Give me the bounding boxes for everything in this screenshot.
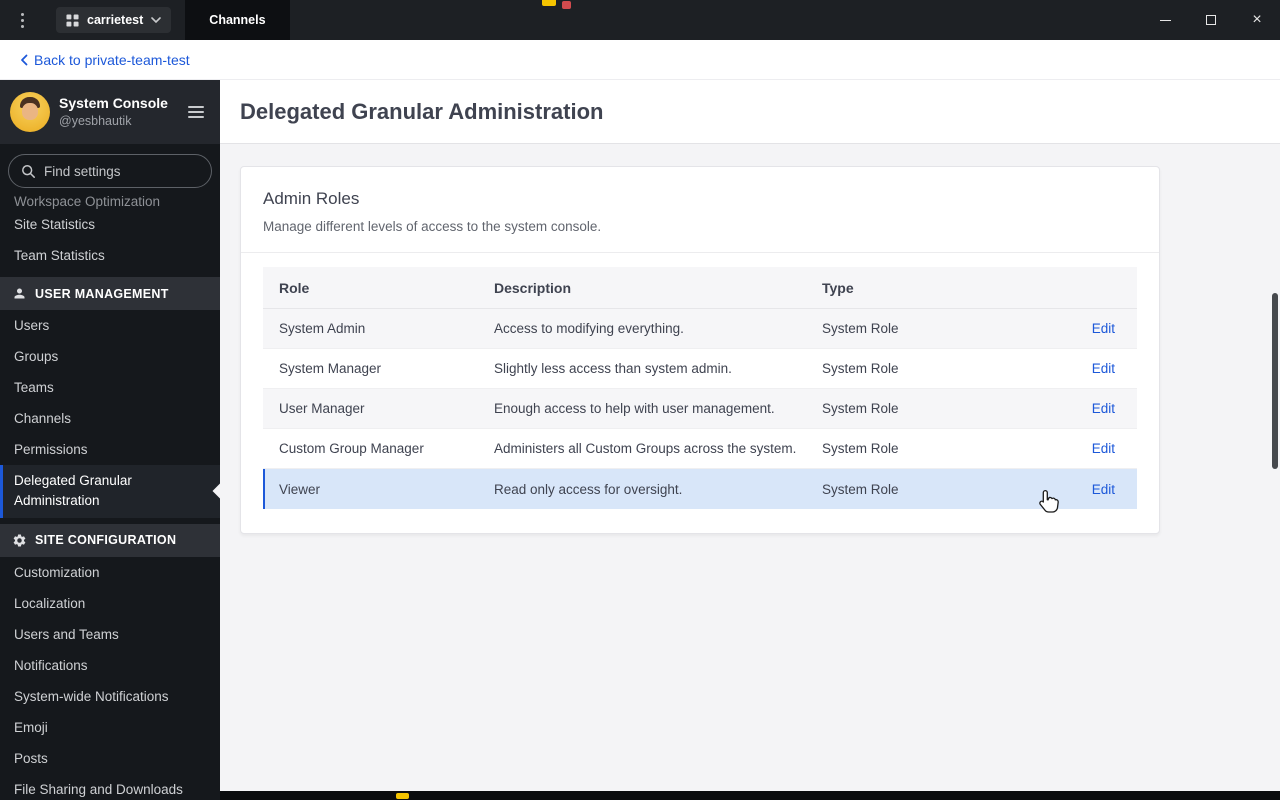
- titlebar: carrietest Channels ×: [0, 0, 1280, 40]
- role-cell: System Manager: [279, 361, 382, 376]
- edit-link[interactable]: Edit: [1092, 361, 1115, 376]
- magnifier-icon: [21, 164, 36, 179]
- section-label: USER MANAGEMENT: [35, 286, 169, 301]
- sidebar-item-notifications[interactable]: Notifications: [0, 650, 220, 681]
- sidebar-item-file-sharing-and-downloads[interactable]: File Sharing and Downloads: [0, 774, 220, 800]
- sidebar-item-groups[interactable]: Groups: [0, 341, 220, 372]
- description-cell: Administers all Custom Groups across the…: [494, 441, 797, 456]
- column-header-role: Role: [279, 279, 310, 296]
- sidebar-item-workspace-optimization[interactable]: Workspace Optimization: [0, 194, 220, 209]
- system-console-sidebar: System Console @yesbhautik Workspace Opt…: [0, 80, 220, 800]
- console-username: @yesbhautik: [59, 114, 132, 128]
- back-link[interactable]: Back to private-team-test: [20, 52, 190, 68]
- people-icon: [12, 286, 27, 301]
- card-title: Admin Roles: [263, 189, 360, 208]
- description-cell: Read only access for oversight.: [494, 481, 683, 497]
- sidebar-item-posts[interactable]: Posts: [0, 743, 220, 774]
- type-cell: System Role: [822, 441, 899, 456]
- minimize-icon: [1159, 19, 1171, 21]
- titlebar-artifact-yellow: [542, 0, 556, 6]
- sidebar-item-site-statistics[interactable]: Site Statistics: [0, 209, 220, 240]
- bottom-taskbar-strip: [220, 791, 1280, 800]
- window-controls: ×: [1142, 0, 1280, 40]
- edit-link[interactable]: Edit: [1092, 482, 1115, 497]
- sidebar-header: System Console @yesbhautik: [0, 80, 220, 144]
- description-cell: Access to modifying everything.: [494, 321, 684, 336]
- column-header-description: Description: [494, 279, 572, 296]
- table-row-custom-group-manager: Custom Group Manager Administers all Cus…: [263, 429, 1137, 469]
- sidebar-item-permissions[interactable]: Permissions: [0, 434, 220, 465]
- sidebar-item-delegated-granular-administration[interactable]: Delegated Granular Administration: [0, 465, 220, 518]
- table-header-row: Role Description Type: [263, 267, 1137, 309]
- sidebar-item-users-and-teams[interactable]: Users and Teams: [0, 619, 220, 650]
- active-item-notch: [212, 482, 220, 500]
- main-content: Delegated Granular Administration Admin …: [220, 80, 1280, 800]
- kebab-menu-icon[interactable]: [0, 0, 44, 40]
- close-icon: ×: [1252, 11, 1262, 28]
- close-button[interactable]: ×: [1234, 0, 1280, 40]
- taskbar-notification-dot: [396, 793, 409, 799]
- maximize-button[interactable]: [1188, 0, 1234, 40]
- role-cell: Custom Group Manager: [279, 441, 424, 456]
- sidebar-item-system-wide-notifications[interactable]: System-wide Notifications: [0, 681, 220, 712]
- role-cell: Viewer: [279, 481, 321, 497]
- app-window: { "colors": { "accent_blue": "#1c58d9", …: [0, 0, 1280, 800]
- type-cell: System Role: [822, 321, 899, 336]
- sidebar-search: [0, 144, 220, 194]
- hamburger-icon[interactable]: [182, 100, 210, 124]
- column-header-type: Type: [822, 279, 854, 296]
- section-label: SITE CONFIGURATION: [35, 533, 177, 547]
- sidebar-item-localization[interactable]: Localization: [0, 588, 220, 619]
- role-cell: User Manager: [279, 401, 365, 416]
- description-cell: Enough access to help with user manageme…: [494, 401, 775, 416]
- page-header: Delegated Granular Administration: [220, 80, 1280, 144]
- table-row-system-manager: System Manager Slightly less access than…: [263, 349, 1137, 389]
- sidebar-item-emoji[interactable]: Emoji: [0, 712, 220, 743]
- card-subtitle: Manage different levels of access to the…: [263, 219, 602, 234]
- scrollbar-thumb[interactable]: [1272, 293, 1278, 469]
- back-bar: Back to private-team-test: [0, 40, 1280, 80]
- back-link-label: Back to private-team-test: [34, 51, 190, 68]
- sidebar-item-channels[interactable]: Channels: [0, 403, 220, 434]
- type-cell: System Role: [822, 401, 899, 416]
- section-user-management: USER MANAGEMENT: [0, 277, 220, 310]
- edit-link[interactable]: Edit: [1092, 441, 1115, 456]
- team-selector-button[interactable]: carrietest: [56, 7, 172, 33]
- divider: [241, 252, 1159, 253]
- minimize-button[interactable]: [1142, 0, 1188, 40]
- maximize-icon: [1206, 15, 1216, 25]
- edit-link[interactable]: Edit: [1092, 321, 1115, 336]
- sidebar-item-team-statistics[interactable]: Team Statistics: [0, 240, 220, 271]
- page-title: Delegated Granular Administration: [240, 98, 604, 124]
- team-name: carrietest: [87, 13, 144, 27]
- table-row-system-admin: System Admin Access to modifying everyth…: [263, 309, 1137, 349]
- table-row-user-manager: User Manager Enough access to help with …: [263, 389, 1137, 429]
- type-cell: System Role: [822, 481, 899, 497]
- tab-channels[interactable]: Channels: [185, 0, 290, 40]
- type-cell: System Role: [822, 361, 899, 376]
- table-row-viewer: Viewer Read only access for oversight. S…: [263, 469, 1137, 509]
- chevron-down-icon: [151, 17, 162, 23]
- edit-link[interactable]: Edit: [1092, 401, 1115, 416]
- section-site-configuration: SITE CONFIGURATION: [0, 523, 220, 557]
- admin-roles-table: Role Description Type System Admin Acces…: [263, 267, 1137, 509]
- console-title: System Console: [59, 95, 168, 112]
- role-cell: System Admin: [279, 321, 366, 336]
- gear-icon: [12, 533, 27, 548]
- active-item-label: Delegated Granular Administration: [14, 473, 132, 509]
- sidebar-item-teams[interactable]: Teams: [0, 372, 220, 403]
- grid-icon: [66, 13, 79, 27]
- titlebar-artifact-red: [562, 1, 571, 9]
- description-cell: Slightly less access than system admin.: [494, 361, 732, 376]
- search-input[interactable]: [44, 163, 199, 179]
- chevron-left-icon: [20, 54, 28, 66]
- sidebar-item-users[interactable]: Users: [0, 310, 220, 341]
- sidebar-item-customization[interactable]: Customization: [0, 557, 220, 588]
- avatar: [10, 92, 50, 132]
- admin-roles-card: Admin Roles Manage different levels of a…: [240, 166, 1160, 534]
